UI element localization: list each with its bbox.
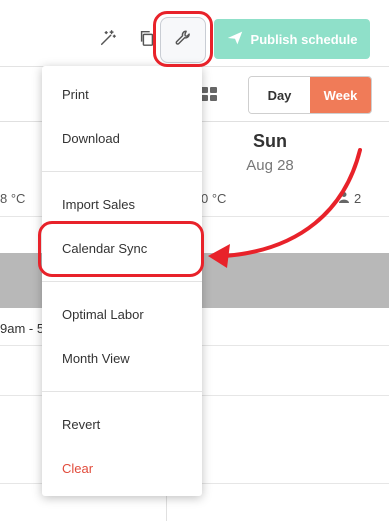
staff-count-value: 2 xyxy=(354,191,362,206)
day-name: Sun xyxy=(253,131,287,151)
menu-item-download[interactable]: Download xyxy=(62,131,120,146)
send-icon xyxy=(227,30,243,49)
staff-count: 2 xyxy=(338,191,361,206)
temperature-right: 0 °C xyxy=(201,191,227,206)
publish-schedule-button[interactable]: Publish schedule xyxy=(214,19,370,59)
menu-item-import-sales[interactable]: Import Sales xyxy=(62,197,135,212)
menu-item-optimal-labor[interactable]: Optimal Labor xyxy=(62,307,144,322)
person-icon xyxy=(338,191,350,206)
magic-wand-icon[interactable] xyxy=(97,27,119,49)
menu-separator xyxy=(42,171,202,172)
grid-view-icon[interactable] xyxy=(201,87,217,101)
view-toggle: Day Week xyxy=(248,76,372,114)
menu-item-print[interactable]: Print xyxy=(62,87,89,102)
day-date: Aug 28 xyxy=(246,157,294,174)
shift-time[interactable]: 9am - 5 xyxy=(0,321,44,336)
menu-item-month-view[interactable]: Month View xyxy=(62,351,130,366)
menu-separator xyxy=(42,391,202,392)
wrench-highlight xyxy=(153,11,213,67)
temperature-left: 8 °C xyxy=(0,191,26,206)
publish-schedule-label: Publish schedule xyxy=(250,31,358,47)
day-view-button[interactable]: Day xyxy=(249,77,310,113)
menu-separator xyxy=(42,281,202,282)
tools-dropdown-menu: Print Download Import Sales Calendar Syn… xyxy=(42,66,202,496)
menu-item-clear[interactable]: Clear xyxy=(62,461,93,476)
menu-item-revert[interactable]: Revert xyxy=(62,417,100,432)
week-view-button[interactable]: Week xyxy=(310,77,371,113)
calendar-sync-highlight xyxy=(38,221,204,277)
